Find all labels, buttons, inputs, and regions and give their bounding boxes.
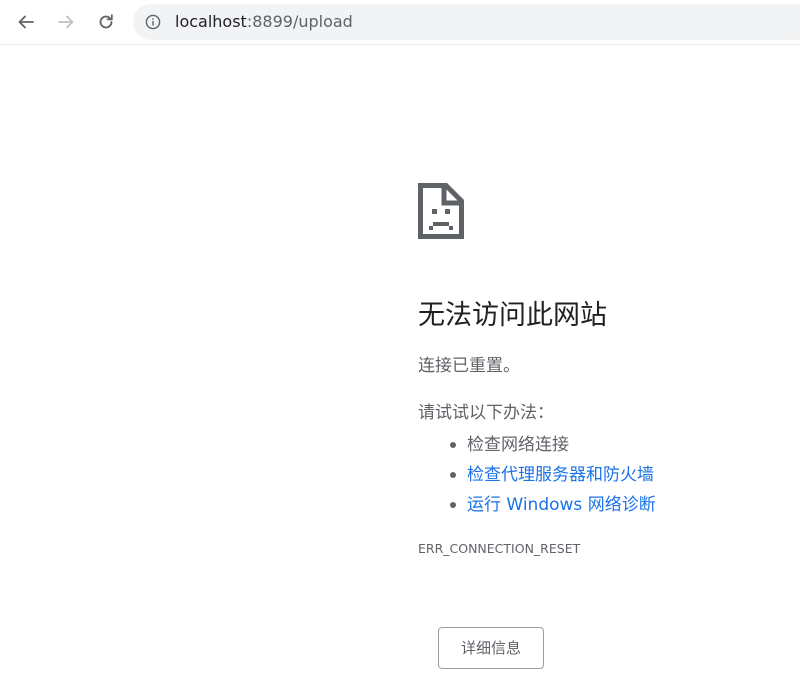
browser-toolbar: localhost:8899/upload bbox=[0, 0, 800, 45]
suggestion-check-network: 检查网络连接 bbox=[418, 430, 656, 460]
arrow-right-icon bbox=[58, 15, 74, 29]
forward-button[interactable] bbox=[52, 8, 80, 36]
suggestions-list: 检查网络连接 检查代理服务器和防火墙 运行 Windows 网络诊断 bbox=[418, 430, 656, 520]
info-icon[interactable] bbox=[145, 14, 161, 30]
suggestion-item-diagnostics: 运行 Windows 网络诊断 bbox=[418, 490, 656, 520]
error-subtitle: 连接已重置。 bbox=[418, 356, 520, 376]
sad-page-icon bbox=[418, 183, 464, 239]
suggestion-check-proxy-link[interactable]: 检查代理服务器和防火墙 bbox=[467, 465, 654, 485]
url-text[interactable]: localhost:8899/upload bbox=[175, 4, 353, 40]
arrow-left-icon bbox=[18, 15, 34, 29]
details-button[interactable]: 详细信息 bbox=[438, 627, 544, 669]
reload-button[interactable] bbox=[92, 8, 120, 36]
address-bar[interactable]: localhost:8899/upload bbox=[133, 4, 800, 40]
reload-icon bbox=[99, 14, 113, 29]
error-code: ERR_CONNECTION_RESET bbox=[418, 541, 581, 556]
back-button[interactable] bbox=[12, 8, 40, 36]
url-path: :8899/upload bbox=[246, 12, 353, 31]
suggestion-item-proxy: 检查代理服务器和防火墙 bbox=[418, 460, 656, 490]
suggestions-heading: 请试试以下办法： bbox=[418, 403, 554, 423]
suggestion-run-diagnostics-link[interactable]: 运行 Windows 网络诊断 bbox=[467, 495, 656, 515]
error-title: 无法访问此网站 bbox=[418, 300, 607, 331]
url-host: localhost bbox=[175, 12, 247, 31]
